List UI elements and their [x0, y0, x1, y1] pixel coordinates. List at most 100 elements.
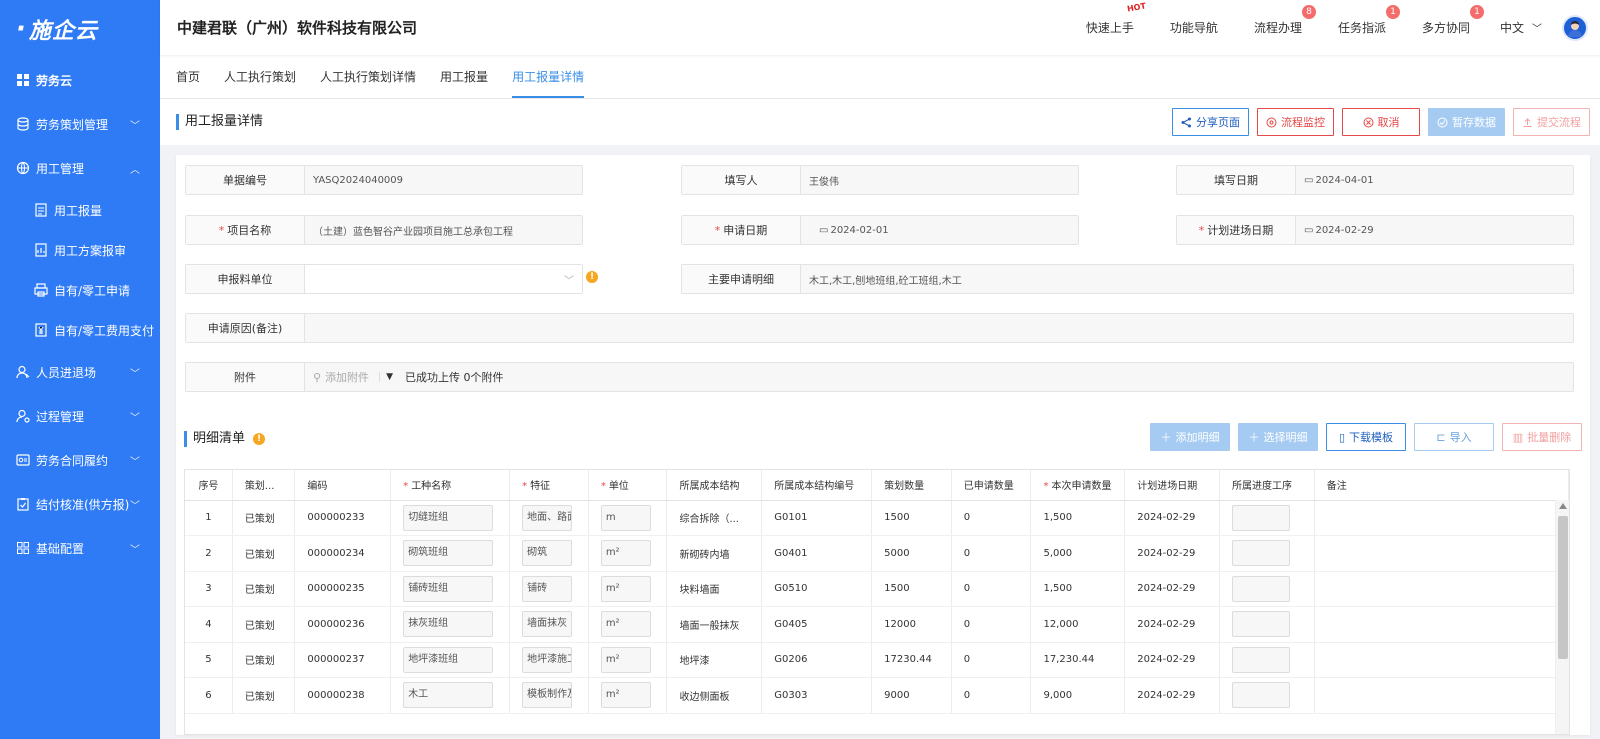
collaboration-link[interactable]: 多方协同 1: [1422, 5, 1484, 36]
table-cell: 已策划: [232, 677, 296, 714]
table-row[interactable]: 4 已策划 000000236 抹灰班组 墙面抹灰 m² 墙面一般抹灰 G0405 12000 0…: [185, 606, 1569, 643]
project-value[interactable]: （土建）蓝色智谷产业园项目施工总承包工程: [305, 216, 582, 244]
download-template-button[interactable]: ▯ 下载模板: [1326, 423, 1406, 451]
apply-date-input[interactable]: ▭ 2024-02-01: [801, 216, 1078, 244]
feature-input[interactable]: 模板制作及: [522, 682, 573, 709]
share-page-button[interactable]: 分享页面: [1172, 108, 1249, 136]
language-select[interactable]: 中文 ﹀: [1500, 19, 1542, 36]
quick-start-link[interactable]: 快速上手 HOT: [1086, 1, 1147, 36]
add-detail-button[interactable]: ＋添加明细: [1150, 423, 1230, 451]
sidebar-item-labor-planning[interactable]: 劳务策划管理 ﹀: [0, 102, 160, 146]
table-cell: 模板制作及: [509, 677, 589, 714]
sidebar-item-process[interactable]: 过程管理 ﹀: [0, 394, 160, 438]
task-assign-link[interactable]: 任务指派 1: [1338, 5, 1400, 36]
sidebar-item-employment[interactable]: 用工管理 ︿: [0, 146, 160, 190]
table-row[interactable]: 1 已策划 000000233 切缝班组 地面、路面 m 综合拆除（... G0101 1500…: [185, 500, 1569, 536]
feature-input[interactable]: 地坪漆施工: [522, 646, 573, 673]
progress-step-input[interactable]: [1232, 682, 1290, 709]
unit-input[interactable]: m²: [600, 575, 651, 602]
unit-select[interactable]: ﹀: [305, 265, 582, 293]
trade-name-input[interactable]: 切缝班组: [403, 504, 494, 531]
batch-delete-button[interactable]: ▥ 批量删除: [1502, 423, 1582, 451]
plan-date-label: 计划进场日期: [1207, 224, 1274, 237]
tab-labor-plan-detail[interactable]: 人工执行策划详情: [320, 54, 416, 98]
sidebar-item-base-config[interactable]: 基础配置 ﹀: [0, 526, 160, 570]
feature-input[interactable]: 墙面抹灰: [522, 611, 573, 638]
trade-name-input[interactable]: 砌筑班组: [403, 540, 494, 567]
scroll-thumb[interactable]: [1558, 516, 1568, 659]
sidebar: · 施企云 劳务云 劳务策划管理 ﹀ 用工管理 ︿ 用工报量 用工方案报审 自有…: [0, 0, 160, 739]
trade-name-input[interactable]: 铺砖班组: [403, 575, 494, 602]
save-draft-button[interactable]: 暂存数据: [1428, 108, 1505, 136]
brand-logo[interactable]: · 施企云: [0, 0, 160, 58]
table-cell: G0405: [761, 606, 873, 643]
process-monitor-button[interactable]: 流程监控: [1257, 108, 1334, 136]
required-mark: *: [218, 223, 225, 237]
avatar[interactable]: [1562, 14, 1588, 41]
tab-home[interactable]: 首页: [176, 54, 200, 98]
unit-input[interactable]: m²: [600, 682, 651, 709]
sidebar-item-contract[interactable]: 劳务合同履约 ﹀: [0, 438, 160, 482]
table-row[interactable]: 2 已策划 000000234 砌筑班组 砌筑 m² 新砌砖内墙 G0401 5000 0 5,00…: [185, 535, 1569, 572]
detail-section-title: 明细清单 !: [184, 431, 266, 447]
trade-name-input[interactable]: 木工: [403, 682, 494, 709]
process-handle-link[interactable]: 流程办理 8: [1254, 5, 1316, 36]
function-nav-link[interactable]: 功能导航: [1170, 19, 1218, 36]
table-cell: 0: [951, 571, 1032, 607]
progress-step-input[interactable]: [1232, 540, 1290, 567]
field-label: * 项目名称: [186, 216, 305, 244]
feature-input[interactable]: 铺砖: [522, 575, 573, 602]
plus-icon: ＋: [1160, 431, 1172, 444]
select-detail-button[interactable]: ＋选择明细: [1238, 423, 1318, 451]
submit-process-button[interactable]: 提交流程: [1513, 108, 1590, 136]
unit-input[interactable]: m: [600, 504, 651, 531]
printer-icon: [34, 283, 48, 297]
table-cell: 12000: [871, 606, 952, 643]
sidebar-subitem-own-payment[interactable]: 自有/零工费用支付: [0, 310, 160, 350]
sidebar-subitem-work-report[interactable]: 用工报量: [0, 190, 160, 230]
cancel-button[interactable]: 取消: [1342, 108, 1420, 136]
sidebar-subitem-plan-review[interactable]: 用工方案报审: [0, 230, 160, 270]
detail-grid: 序号 策划... 编码 * 工种名称 * 特征 * 单位 所属成本结构 所属成本结构编…: [185, 470, 1569, 714]
import-button[interactable]: ⊏ 导入: [1414, 423, 1494, 451]
trade-name-input[interactable]: 地坪漆班组: [403, 646, 494, 673]
unit-input[interactable]: m²: [600, 540, 651, 567]
attach-add-button[interactable]: ⚲ 添加附件: [313, 369, 369, 385]
sidebar-subitem-own-application[interactable]: 自有/零工申请: [0, 270, 160, 310]
table-row[interactable]: 6 已策划 000000238 木工 模板制作及 m² 收边侧面板 G0303 9000 0 9,0…: [185, 677, 1569, 714]
table-cell: 已策划: [232, 500, 296, 536]
tab-labor-plan[interactable]: 人工执行策划: [224, 54, 296, 98]
table-cell: [1314, 606, 1569, 643]
scroll-up-icon[interactable]: [1559, 503, 1567, 509]
progress-step-input[interactable]: [1232, 646, 1290, 673]
feature-input[interactable]: 地面、路面: [522, 504, 573, 531]
cancel-label: 取消: [1377, 116, 1400, 129]
required-mark: *: [403, 481, 409, 493]
sidebar-item-label: 结付核准(供方报): [36, 497, 130, 512]
plan-date-input[interactable]: ▭ 2024-02-29: [1296, 216, 1573, 244]
tab-work-report[interactable]: 用工报量: [440, 54, 488, 98]
sidebar-item-settlement[interactable]: 结付核准(供方报) ﹀: [0, 482, 160, 526]
attach-dropdown-icon[interactable]: ▼: [379, 372, 393, 382]
table-row[interactable]: 3 已策划 000000235 铺砖班组 铺砖 m² 块料墙面 G0510 1500 0 1,500…: [185, 571, 1569, 607]
warning-icon: !: [253, 433, 266, 445]
progress-step-input[interactable]: [1232, 504, 1290, 531]
sidebar-item-personnel[interactable]: 人员进退场 ﹀: [0, 350, 160, 394]
tab-work-report-detail[interactable]: 用工报量详情: [512, 54, 585, 98]
chevron-down-icon: ﹀: [130, 500, 140, 512]
table-cell: 砌筑班组: [390, 535, 511, 572]
reason-input[interactable]: [305, 314, 1573, 342]
vertical-scrollbar[interactable]: [1555, 500, 1569, 734]
feature-input[interactable]: 砌筑: [522, 540, 573, 567]
unit-input[interactable]: m²: [600, 611, 651, 638]
report-icon: [34, 243, 48, 257]
progress-step-input[interactable]: [1232, 575, 1290, 602]
table-row[interactable]: 5 已策划 000000237 地坪漆班组 地坪漆施工 m² 地坪漆 G0206 17230.4…: [185, 642, 1569, 678]
unit-input[interactable]: m²: [600, 646, 651, 673]
field-label: * 计划进场日期: [1177, 216, 1296, 244]
sidebar-item-labor-cloud[interactable]: 劳务云: [0, 58, 160, 102]
trade-name-input[interactable]: 抹灰班组: [403, 611, 494, 638]
notification-badge: 8: [1301, 5, 1316, 19]
table-cell: G0303: [761, 677, 873, 714]
progress-step-input[interactable]: [1232, 611, 1290, 638]
